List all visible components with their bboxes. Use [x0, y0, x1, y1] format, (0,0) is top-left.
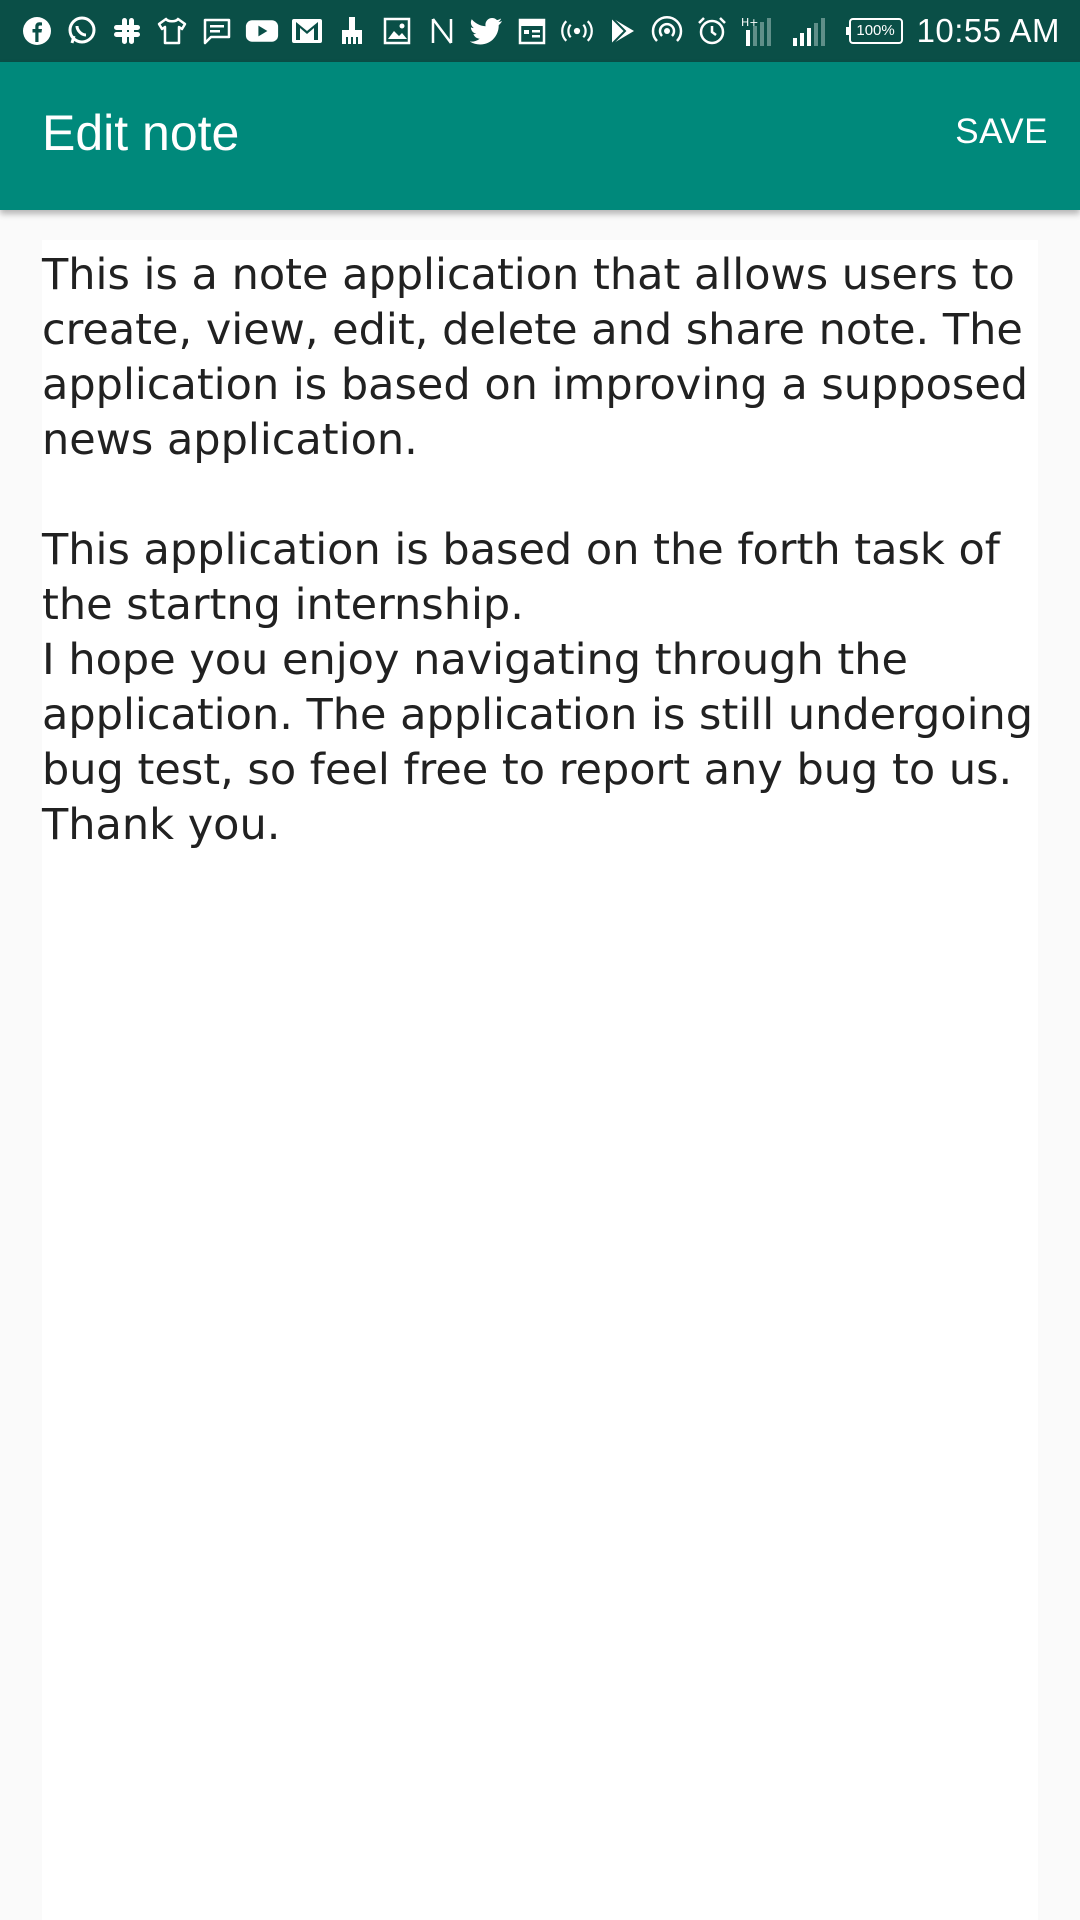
image-icon — [380, 14, 414, 48]
page-title: Edit note — [42, 105, 240, 161]
battery-icon: 100% — [845, 18, 903, 44]
gmail-icon — [290, 14, 324, 48]
calendar-icon — [515, 14, 549, 48]
data-signal-icon: H+ — [740, 14, 780, 48]
message-icon — [200, 14, 234, 48]
app-bar: Edit note SAVE — [0, 62, 1080, 210]
facebook-icon — [20, 14, 54, 48]
youtube-icon — [245, 14, 279, 48]
status-right: 100% 10:55 AM — [845, 10, 1060, 52]
status-bar: H+ 100% 10:55 AM — [0, 0, 1080, 62]
note-body-input[interactable]: This is a note application that allows u… — [42, 240, 1038, 1920]
broadcast-icon — [560, 14, 594, 48]
save-button[interactable]: SAVE — [955, 112, 1048, 152]
broom-icon — [335, 14, 369, 48]
notification-icons: H+ — [20, 10, 838, 52]
status-time: 10:55 AM — [916, 12, 1060, 49]
twitter-icon — [470, 14, 504, 48]
play-store-icon — [605, 14, 639, 48]
hotspot-icon — [650, 14, 684, 48]
slack-icon — [110, 14, 144, 48]
cell-signal-icon — [791, 14, 827, 48]
whatsapp-icon — [65, 14, 99, 48]
shirt-icon — [155, 14, 189, 48]
notion-icon — [425, 14, 459, 48]
alarm-icon — [695, 14, 729, 48]
